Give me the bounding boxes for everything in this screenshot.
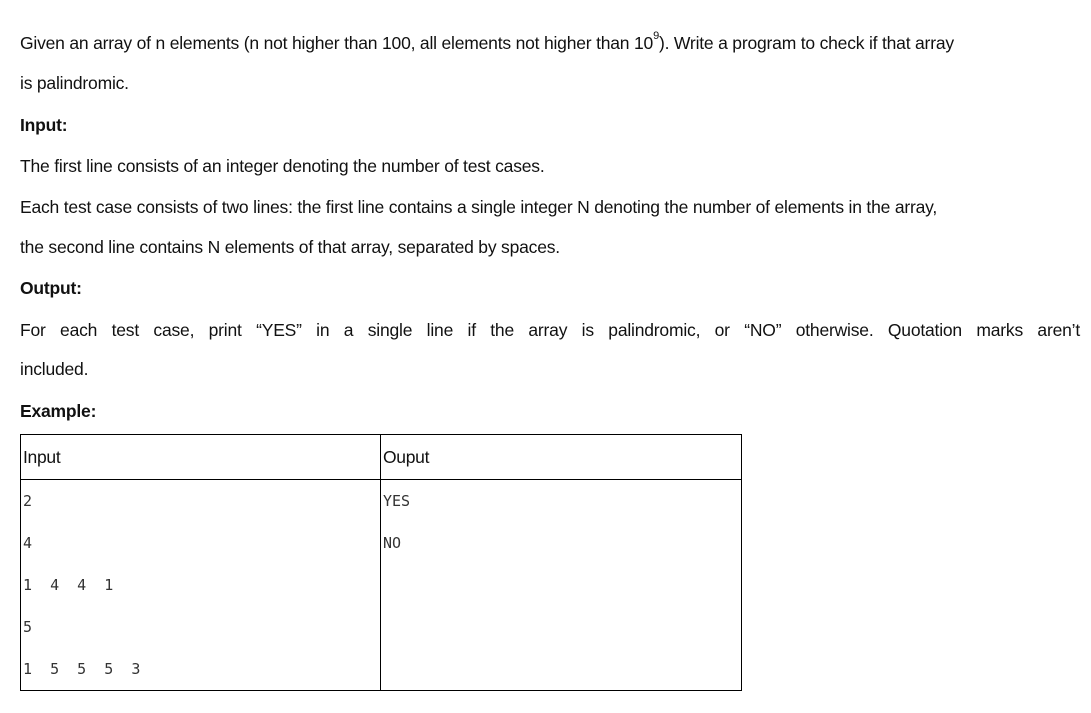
problem-line-1: Given an array of n elements (n not high… (20, 30, 954, 54)
table-row: 4 NO (20, 522, 742, 564)
output-cell (381, 648, 742, 691)
example-header-row: Input Ouput (20, 434, 742, 480)
input-line-1: The first line consists of an integer de… (20, 156, 545, 176)
output-line-1-text: For each test case, print “YES” in a sin… (20, 320, 1080, 340)
table-row: 1 4 4 1 (20, 564, 742, 606)
table-row: 1 5 5 5 3 (20, 648, 742, 691)
output-cell (381, 606, 742, 648)
example-body: 2 YES 4 NO 1 4 4 1 5 1 5 5 5 3 (20, 479, 742, 691)
output-cell (381, 564, 742, 606)
output-cell: YES (383, 492, 411, 510)
table-row: 2 YES (20, 479, 742, 522)
input-line-2: Each test case consists of two lines: th… (20, 197, 938, 217)
problem-line-2: is palindromic. (20, 73, 129, 93)
input-cell: 4 (20, 522, 381, 564)
example-table: Input Ouput 2 YES 4 NO 1 4 4 1 5 1 5 5 5… (20, 434, 742, 691)
input-cell: 2 (20, 479, 381, 522)
problem-line-1-text: Given an array of n elements (n not high… (20, 33, 654, 53)
input-cell: 1 5 5 5 3 (20, 648, 381, 691)
input-cell: 1 4 4 1 (20, 564, 381, 606)
example-heading: Example: (20, 401, 97, 421)
output-heading: Output: (20, 278, 82, 298)
problem-line-1-tail: ). Write a program to check if that arra… (658, 33, 954, 53)
table-row: 5 (20, 606, 742, 648)
output-line-1: For each test case, print “YES” in a sin… (20, 320, 1080, 341)
output-line-2: included. (20, 359, 89, 379)
input-heading: Input: (20, 115, 68, 135)
input-line-3: the second line contains N elements of t… (20, 237, 560, 257)
exponent: 9 (653, 30, 659, 42)
output-cell: NO (383, 534, 402, 552)
input-cell: 5 (20, 606, 381, 648)
header-output: Ouput (380, 434, 742, 480)
header-input: Input (20, 434, 381, 480)
